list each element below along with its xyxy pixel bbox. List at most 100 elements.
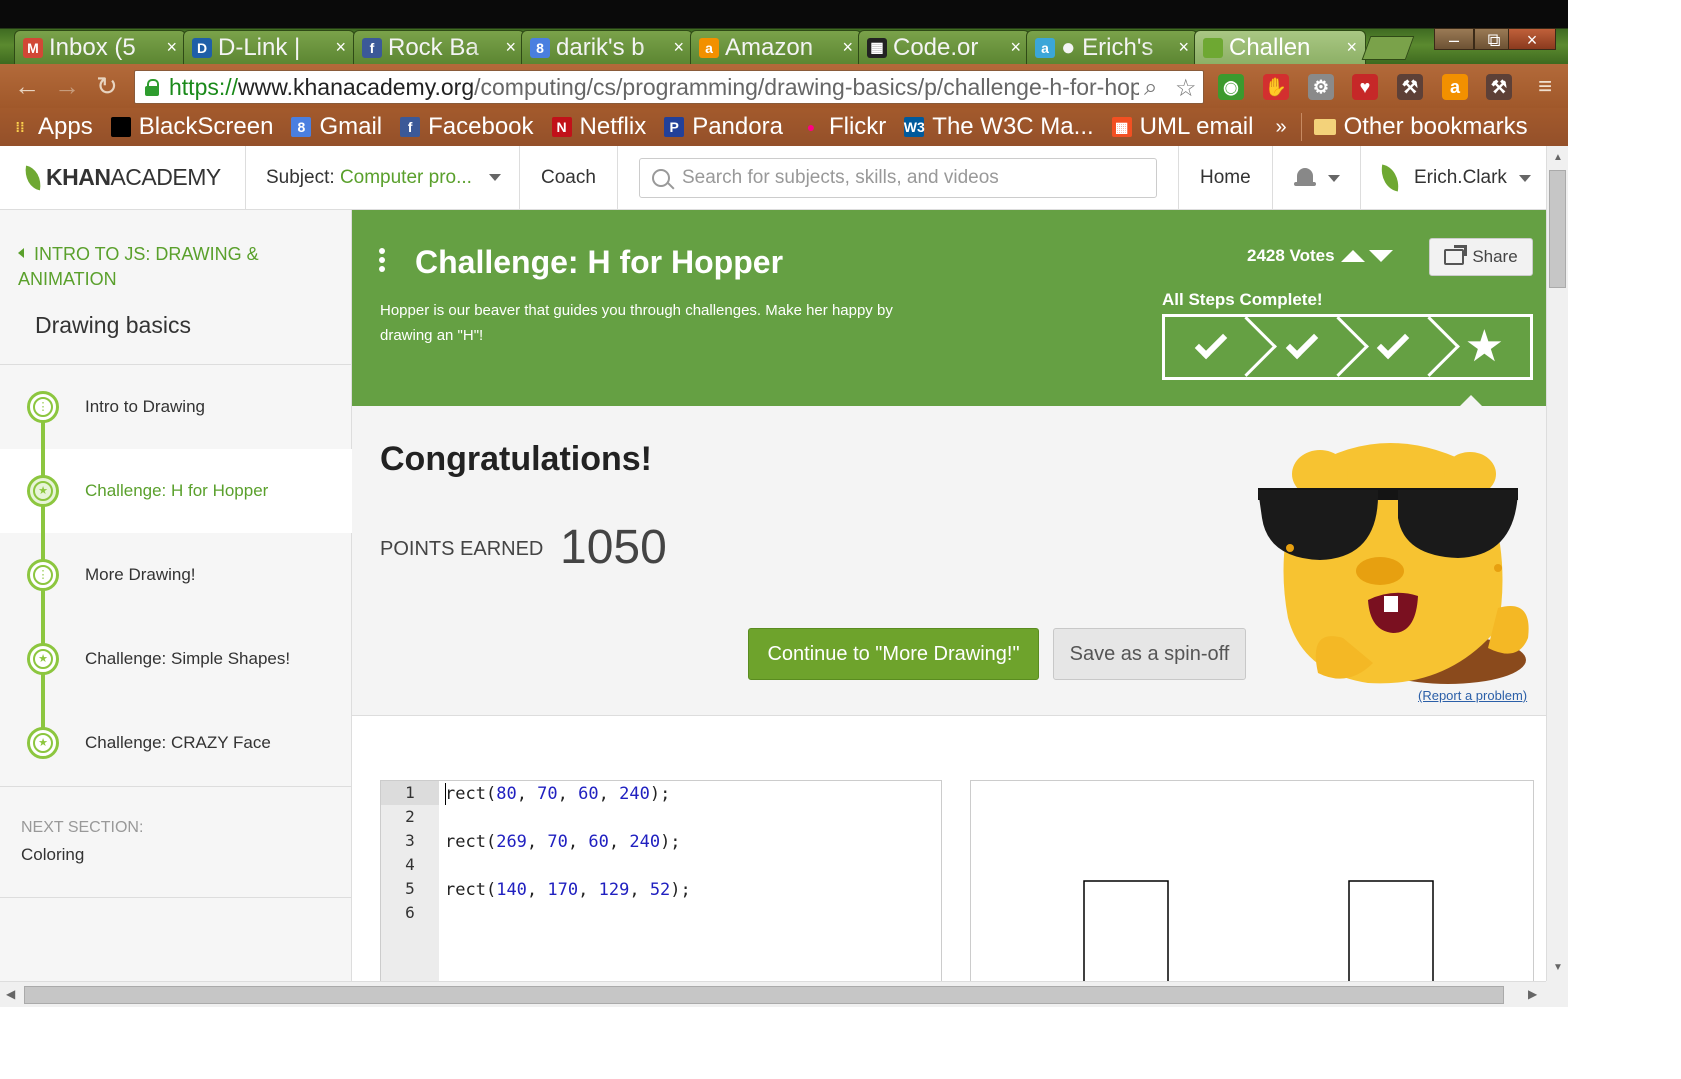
section-link[interactable]: INTRO TO JS: DRAWING & ANIMATION — [18, 242, 318, 292]
code-number: 269 — [496, 832, 527, 852]
save-spinoff-button[interactable]: Save as a spin-off — [1053, 628, 1246, 680]
bookmark-item[interactable]: BlackScreen — [110, 113, 273, 141]
code-line: rect(269, 70, 60, 240); — [445, 832, 681, 852]
adblock-icon[interactable]: ✋ — [1263, 74, 1289, 100]
minimize-button[interactable]: – — [1434, 28, 1474, 50]
bookmark-label: Netflix — [579, 113, 647, 140]
share-button[interactable]: Share — [1429, 238, 1533, 276]
scroll-right-icon[interactable]: ▶ — [1528, 987, 1537, 1001]
close-window-button[interactable]: × — [1508, 28, 1556, 50]
line-number: 4 — [405, 855, 415, 874]
blackscreen-icon — [110, 117, 131, 137]
star-icon: ★ — [1464, 322, 1505, 371]
sidebar-item[interactable]: ⋮ Intro to Drawing — [0, 365, 352, 449]
scroll-up-icon[interactable]: ▲ — [1553, 152, 1563, 163]
browser-tab[interactable]: 8 darik's b × — [521, 30, 693, 64]
challenge-banner: Challenge: H for Hopper Hopper is our be… — [352, 210, 1546, 406]
user-menu[interactable]: Erich.Clark — [1378, 164, 1531, 192]
avatar — [1378, 164, 1402, 192]
scroll-down-icon[interactable]: ▼ — [1553, 962, 1563, 973]
line-number: 5 — [405, 879, 415, 898]
code-number: 52 — [649, 880, 671, 900]
coach-link[interactable]: Coach — [541, 167, 596, 189]
bookmark-star-icon[interactable]: ☆ — [1175, 74, 1197, 103]
tool-ext-icon[interactable]: ⚒ — [1397, 74, 1423, 100]
bookmark-item[interactable]: 8 Gmail — [291, 113, 382, 141]
horizontal-scroll-thumb[interactable] — [24, 986, 1504, 1004]
reload-button[interactable]: ↻ — [96, 72, 118, 100]
browser-tab[interactable]: a ● Erich's × — [1026, 30, 1198, 64]
upvote-icon[interactable] — [1340, 250, 1365, 262]
close-icon[interactable]: × — [335, 37, 346, 58]
pandora-icon: P — [664, 117, 685, 137]
bookmark-item[interactable]: W3 The W3C Ma... — [903, 113, 1094, 141]
continue-button[interactable]: Continue to "More Drawing!" — [748, 628, 1039, 680]
bookmark-item[interactable]: ⁞⁞ Apps — [10, 113, 92, 141]
close-icon[interactable]: × — [166, 37, 177, 58]
new-tab-button[interactable] — [1361, 36, 1415, 60]
browser-tab[interactable]: ▦ Code.or × — [858, 30, 1030, 64]
search-icon — [652, 169, 670, 187]
sidebar-item[interactable]: ★ Challenge: CRAZY Face — [0, 701, 352, 785]
close-icon[interactable]: × — [505, 37, 516, 58]
code-number: 240 — [619, 784, 650, 804]
vertical-scrollbar[interactable]: ▲ ▼ — [1546, 146, 1568, 981]
browser-tab[interactable]: D D-Link | × — [183, 30, 355, 64]
menu-icon[interactable]: ≡ — [1532, 73, 1558, 100]
address-bar[interactable]: https://www.khanacademy.org/computing/cs… — [134, 70, 1204, 104]
home-link[interactable]: Home — [1200, 167, 1251, 189]
back-button[interactable]: ← — [14, 72, 40, 100]
bookmark-item[interactable]: f Facebook — [400, 113, 534, 141]
bookmark-item[interactable]: ▦ UML email — [1111, 113, 1254, 141]
close-icon[interactable]: × — [1010, 37, 1021, 58]
code-number: 70 — [537, 784, 558, 804]
search-input[interactable]: Search for subjects, skills, and videos — [639, 158, 1157, 198]
sidebar-item[interactable]: ⋮ More Drawing! — [0, 533, 352, 617]
next-section[interactable]: NEXT SECTION: Coloring — [0, 786, 352, 898]
tab-title: ● Erich's — [1061, 33, 1154, 61]
forward-button[interactable]: → — [54, 72, 80, 100]
bookmark-item[interactable]: ● Flickr — [801, 113, 887, 141]
windows-icon: ▦ — [1111, 117, 1132, 137]
sidebar-item-label: Challenge: CRAZY Face — [85, 733, 271, 752]
amazon-ext-icon[interactable]: a — [1442, 74, 1468, 100]
code-editor[interactable]: 1 2 3 4 5 6 rect(80, 70, 60, 240); rect(269, 7… — [380, 780, 942, 981]
browser-tab[interactable]: f Rock Ba × — [353, 30, 525, 64]
w3c-icon: W3 — [903, 117, 925, 137]
steps-status: All Steps Complete! — [1162, 290, 1323, 309]
code-number: 170 — [547, 880, 579, 900]
other-bookmarks[interactable]: Other bookmarks — [1300, 113, 1528, 141]
horizontal-scrollbar[interactable]: ◀ ▶ — [0, 981, 1546, 1007]
tab-title: Inbox (5 — [49, 33, 136, 61]
sidebar-item[interactable]: ★ Challenge: H for Hopper — [0, 449, 352, 533]
challenge-description: Hopper is our beaver that guides you thr… — [380, 302, 893, 344]
tool2-ext-icon[interactable]: ⚒ — [1486, 74, 1512, 100]
subject-value: Computer pro... — [339, 167, 472, 188]
bookmark-item[interactable]: P Pandora — [664, 113, 783, 141]
browser-tab[interactable]: M Inbox (5 × — [14, 30, 186, 64]
vertical-scroll-thumb[interactable] — [1549, 170, 1566, 288]
scroll-left-icon[interactable]: ◀ — [6, 987, 15, 1001]
close-icon[interactable]: × — [1178, 37, 1189, 58]
downvote-icon[interactable] — [1368, 250, 1393, 262]
code-number: 60 — [578, 784, 599, 804]
close-icon[interactable]: × — [842, 37, 853, 58]
bookmark-item[interactable]: N Netflix — [551, 113, 647, 141]
browser-tab[interactable]: a Amazon × — [690, 30, 862, 64]
heart-ext-icon[interactable]: ♥ — [1352, 74, 1378, 100]
gear-ext-icon[interactable]: ⚙ — [1308, 74, 1334, 100]
sidebar-item[interactable]: ★ Challenge: Simple Shapes! — [0, 617, 352, 701]
subject-dropdown[interactable]: Subject: Computer pro... — [266, 167, 502, 189]
notifications-button[interactable] — [1294, 166, 1340, 190]
search-icon[interactable]: ⌕ — [1144, 74, 1157, 102]
close-icon[interactable]: × — [1346, 37, 1357, 58]
browser-tab[interactable]: Challen × — [1194, 30, 1366, 64]
khan-academy-logo[interactable]: KHAN ACADEMY — [22, 164, 221, 191]
bookmarks-overflow-icon[interactable]: » — [1275, 116, 1286, 139]
more-options-icon[interactable] — [379, 248, 385, 272]
bookmark-label: UML email — [1139, 113, 1254, 140]
line-number: 3 — [405, 831, 415, 850]
close-icon[interactable]: × — [673, 37, 684, 58]
green-ext-icon[interactable]: ◉ — [1218, 74, 1244, 100]
step-progress: ★ — [1162, 314, 1533, 380]
